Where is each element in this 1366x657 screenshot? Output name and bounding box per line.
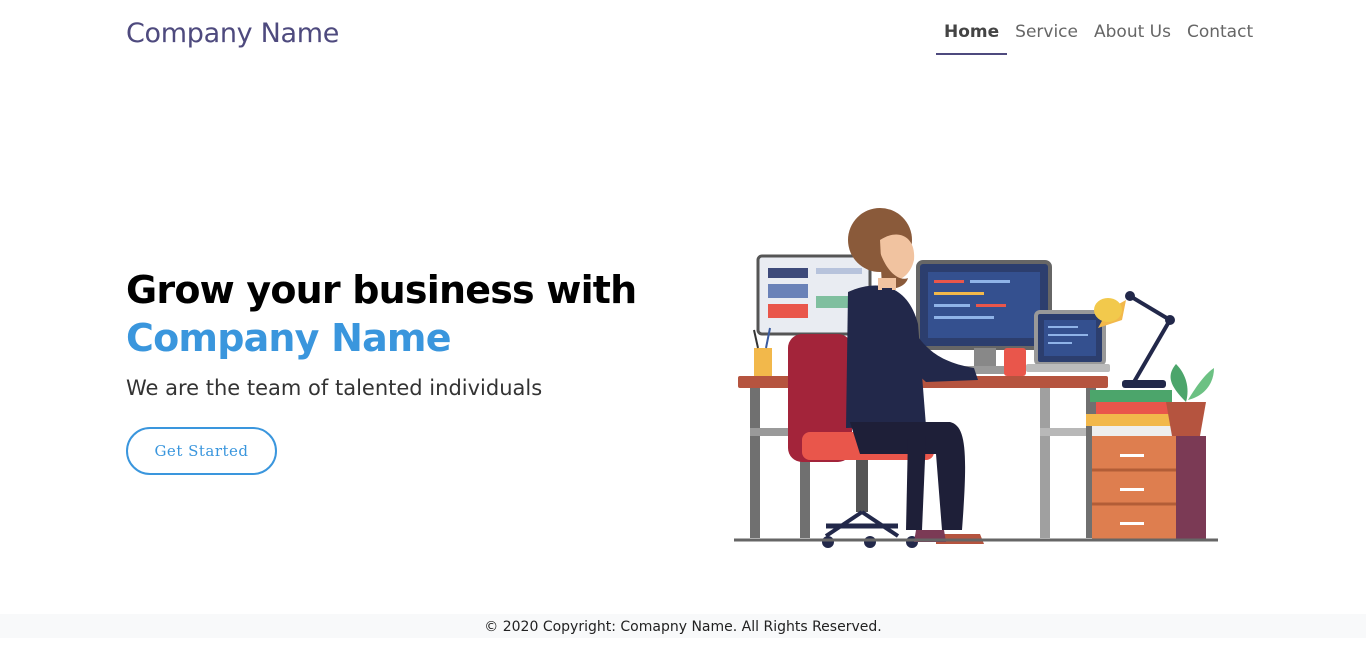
- footer-copyright: © 2020 Copyright: Comapny Name. All Righ…: [0, 614, 1366, 638]
- hero-title: Grow your business with Company Name: [126, 266, 646, 362]
- get-started-button[interactable]: Get Started: [126, 427, 277, 475]
- nav-item-service[interactable]: Service: [1007, 22, 1086, 55]
- main-nav: Home Service About Us Contact: [936, 22, 1261, 55]
- nav-item-home[interactable]: Home: [936, 22, 1008, 55]
- nav-item-contact[interactable]: Contact: [1179, 22, 1261, 55]
- hero-tagline: We are the team of talented individuals: [126, 376, 543, 400]
- hero-title-brand: Company Name: [126, 316, 452, 360]
- hero-title-line1: Grow your business with: [126, 268, 637, 312]
- nav-item-about-us[interactable]: About Us: [1086, 22, 1179, 55]
- brand-logo-text[interactable]: Company Name: [126, 18, 339, 49]
- developer-at-desk-illustration: [734, 208, 1218, 548]
